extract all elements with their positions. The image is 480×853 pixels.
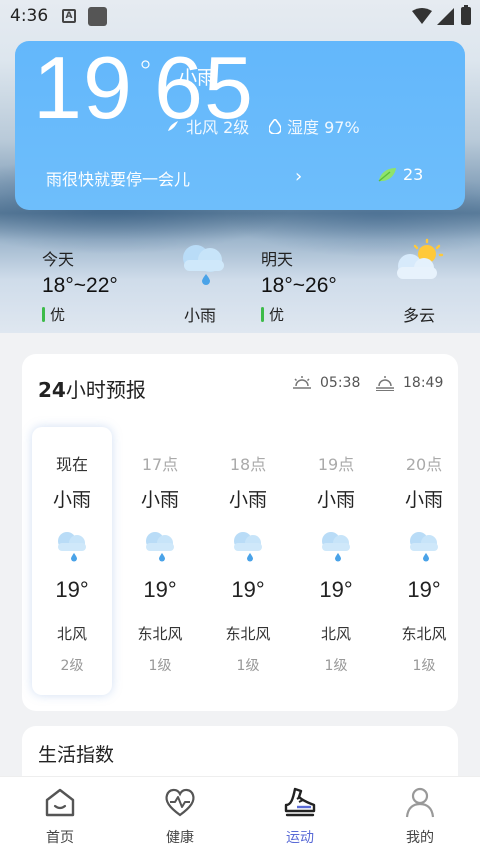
wifi-icon: [412, 8, 432, 24]
notification-a-icon: A: [62, 9, 76, 23]
light-rain-icon: [183, 245, 224, 285]
light-rain-icon: [146, 532, 174, 562]
shoe-icon: [284, 787, 316, 817]
life-index-title: 生活指数: [38, 744, 115, 766]
sunrise-icon: [293, 376, 311, 389]
hour-wind-level: 1级: [412, 658, 436, 674]
sunrise-time: 05:38: [320, 375, 361, 391]
hour-item[interactable]: 17点 小雨 19° 东北风 1级: [120, 427, 200, 695]
hour-condition: 小雨: [404, 489, 443, 511]
profile-icon: [405, 787, 435, 818]
drop-icon: [269, 118, 281, 134]
nav-item-health[interactable]: 健康: [140, 785, 220, 847]
tomorrow-summary[interactable]: 明天 18°~26° 优 多云: [261, 238, 480, 326]
hour-wind-level: 1级: [236, 658, 260, 674]
quality-bar: [261, 307, 264, 322]
current-temperature: 19: [33, 41, 133, 137]
quality-bar: [42, 307, 45, 322]
tomorrow-quality: 优: [261, 304, 480, 325]
nav-label-health: 健康: [166, 830, 194, 846]
aqi-value: 23: [403, 165, 424, 184]
aqi-badge[interactable]: 23: [377, 165, 423, 184]
hour-wind-direction: 东北风: [225, 625, 271, 643]
current-weather-card[interactable]: 19 ° 65 小雨 北风 2级 湿度 97% 雨很快就要停一会儿 › 23: [15, 41, 465, 210]
hour-condition: 小雨: [228, 489, 267, 511]
notification-square-icon: [88, 7, 107, 26]
light-rain-icon: [234, 532, 262, 562]
nav-label-sports: 运动: [286, 830, 314, 846]
light-rain-icon: [322, 532, 350, 562]
light-rain-icon: [58, 532, 86, 562]
sunrise-info: 05:38: [292, 375, 360, 391]
today-quality-text: 优: [50, 306, 66, 324]
sunset-info: 18:49: [375, 375, 443, 391]
hour-item[interactable]: 20点 小雨 19° 东北风 1级: [384, 427, 464, 695]
nav-item-profile[interactable]: 我的: [380, 785, 460, 847]
status-bar: 4:36 A: [0, 0, 480, 32]
hour-time: 17点: [141, 455, 179, 474]
forecast-24h-card: 24小时预报 05:38 18:49 现在 小雨 19° 北风 2级 17点 小…: [22, 354, 458, 711]
tomorrow-condition: 多云: [403, 306, 436, 325]
hour-wind-direction: 北风: [56, 625, 87, 643]
sunset-icon: [376, 376, 394, 391]
hour-condition: 小雨: [140, 489, 179, 511]
hour-item[interactable]: 19点 小雨 19° 北风 1级: [296, 427, 376, 695]
hour-item[interactable]: 18点 小雨 19° 东北风 1级: [208, 427, 288, 695]
tomorrow-range: 18°~26°: [261, 274, 337, 297]
humidity-text: 湿度 97%: [287, 118, 360, 137]
chevron-right-icon[interactable]: ›: [295, 166, 302, 187]
hour-condition: 小雨: [52, 489, 91, 511]
hour-wind-direction: 东北风: [137, 625, 183, 643]
today-condition: 小雨: [184, 306, 217, 325]
hour-time: 现在: [55, 455, 88, 474]
heart-icon: [165, 788, 195, 817]
hour-condition: 小雨: [316, 489, 355, 511]
hour-wind-direction: 北风: [320, 625, 351, 643]
status-time: 4:36: [10, 6, 49, 26]
home-icon: [45, 788, 75, 817]
partly-cloudy-icon: [397, 238, 444, 279]
hour-temperature: 19°: [231, 577, 265, 602]
current-condition: 小雨: [178, 67, 217, 89]
hour-temperature: 19°: [55, 577, 89, 602]
hour-temperature: 19°: [143, 577, 177, 602]
nav-item-home[interactable]: 首页: [20, 785, 100, 847]
forecast-title-number: 24: [38, 378, 66, 402]
hour-wind-level: 2级: [60, 658, 84, 674]
forecast-title-text: 小时预报: [65, 378, 146, 402]
light-rain-icon: [410, 532, 438, 562]
hour-wind-level: 1级: [324, 658, 348, 674]
bottom-navigation: 首页 健康 运动 我的: [0, 776, 480, 853]
sunset-time: 18:49: [403, 375, 444, 391]
signal-icon: [437, 8, 454, 25]
hour-time: 19点: [317, 455, 355, 474]
wind-text: 北风 2级: [186, 118, 250, 137]
leaf-icon: [378, 167, 396, 182]
humidity-info: 湿度 97%: [269, 114, 360, 138]
forecast-24h-title: 24小时预报: [38, 374, 146, 403]
today-quality: 优: [42, 304, 262, 325]
hour-item[interactable]: 现在 小雨 19° 北风 2级: [32, 427, 112, 695]
hour-wind-level: 1级: [148, 658, 172, 674]
forecast-alert[interactable]: 雨很快就要停一会儿: [46, 166, 190, 190]
battery-icon: [461, 5, 471, 25]
hour-temperature: 19°: [319, 577, 353, 602]
tomorrow-quality-text: 优: [269, 306, 285, 324]
tomorrow-label: 明天: [261, 250, 294, 269]
nav-label-profile: 我的: [406, 830, 434, 846]
hour-time: 18点: [229, 455, 267, 474]
hour-time: 20点: [405, 455, 443, 474]
hour-temperature: 19°: [407, 577, 441, 602]
today-summary[interactable]: 今天 18°~22° 优 小雨: [42, 245, 262, 326]
nav-item-sports[interactable]: 运动: [260, 785, 340, 847]
hourly-list[interactable]: 现在 小雨 19° 北风 2级 17点 小雨 19° 东北风 1级 18点 小雨…: [32, 427, 458, 695]
wind-info: 北风 2级: [166, 114, 249, 138]
wind-icon: [168, 121, 178, 131]
degree-symbol: °: [138, 55, 153, 90]
nav-label-home: 首页: [46, 830, 74, 846]
hour-wind-direction: 东北风: [401, 625, 447, 643]
